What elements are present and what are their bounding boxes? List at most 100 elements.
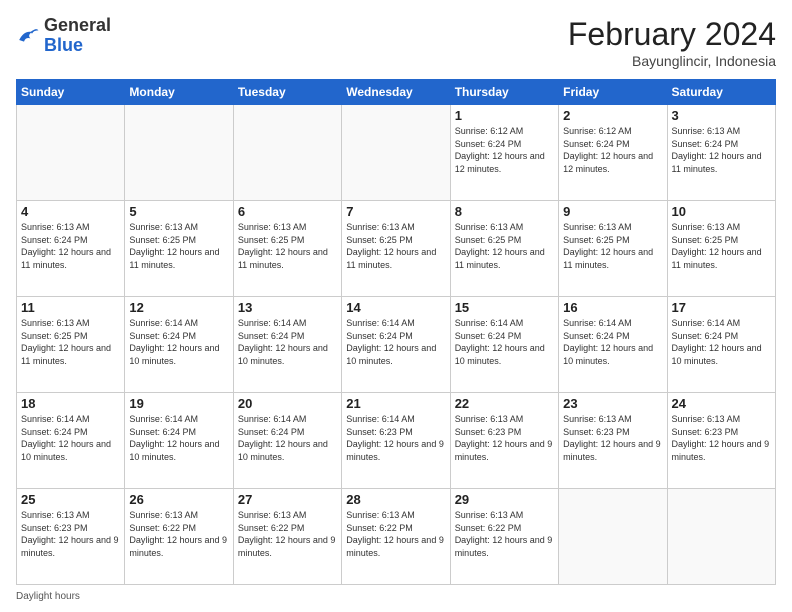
day-number: 11 bbox=[21, 300, 120, 315]
day-info: Sunrise: 6:12 AM Sunset: 6:24 PM Dayligh… bbox=[455, 125, 554, 175]
calendar-cell: 3Sunrise: 6:13 AM Sunset: 6:24 PM Daylig… bbox=[667, 105, 775, 201]
day-info: Sunrise: 6:13 AM Sunset: 6:23 PM Dayligh… bbox=[563, 413, 662, 463]
calendar-cell: 12 Sunrise: 6:14 AM Sunset: 6:24 PM Dayli… bbox=[125, 297, 233, 393]
day-info: Sunrise: 6:14 AM Sunset: 6:24 PM Dayligh… bbox=[346, 317, 445, 367]
day-number: 22 bbox=[455, 396, 554, 411]
calendar-cell: 22 Sunrise: 6:13 AM Sunset: 6:23 PM Dayli… bbox=[450, 393, 558, 489]
day-number: 18 bbox=[21, 396, 120, 411]
day-number: 27 bbox=[238, 492, 337, 507]
calendar-cell: 20 Sunrise: 6:14 AM Sunset: 6:24 PM Dayli… bbox=[233, 393, 341, 489]
calendar-cell: 14 Sunrise: 6:14 AM Sunset: 6:24 PM Dayli… bbox=[342, 297, 450, 393]
calendar-cell: 19 Sunrise: 6:14 AM Sunset: 6:24 PM Dayli… bbox=[125, 393, 233, 489]
calendar-cell bbox=[125, 105, 233, 201]
calendar-cell: 7Sunrise: 6:13 AM Sunset: 6:25 PM Daylig… bbox=[342, 201, 450, 297]
logo-general: General bbox=[44, 15, 111, 35]
day-info: Sunrise: 6:13 AM Sunset: 6:22 PM Dayligh… bbox=[346, 509, 445, 559]
day-info: Sunrise: 6:13 AM Sunset: 6:22 PM Dayligh… bbox=[238, 509, 337, 559]
day-info: Sunrise: 6:14 AM Sunset: 6:24 PM Dayligh… bbox=[129, 413, 228, 463]
calendar-cell: 10 Sunrise: 6:13 AM Sunset: 6:25 PM Dayli… bbox=[667, 201, 775, 297]
calendar-header-sunday: Sunday bbox=[17, 80, 125, 105]
calendar-cell: 4Sunrise: 6:13 AM Sunset: 6:24 PM Daylig… bbox=[17, 201, 125, 297]
day-info: Sunrise: 6:13 AM Sunset: 6:25 PM Dayligh… bbox=[455, 221, 554, 271]
calendar-week-0: 1Sunrise: 6:12 AM Sunset: 6:24 PM Daylig… bbox=[17, 105, 776, 201]
day-number: 23 bbox=[563, 396, 662, 411]
calendar-header-row: SundayMondayTuesdayWednesdayThursdayFrid… bbox=[17, 80, 776, 105]
logo-bird-icon bbox=[16, 24, 40, 48]
calendar-cell: 16 Sunrise: 6:14 AM Sunset: 6:24 PM Dayli… bbox=[559, 297, 667, 393]
logo: General Blue bbox=[16, 16, 111, 56]
calendar-header-thursday: Thursday bbox=[450, 80, 558, 105]
calendar-cell: 2Sunrise: 6:12 AM Sunset: 6:24 PM Daylig… bbox=[559, 105, 667, 201]
day-info: Sunrise: 6:13 AM Sunset: 6:23 PM Dayligh… bbox=[21, 509, 120, 559]
day-number: 12 bbox=[129, 300, 228, 315]
day-number: 25 bbox=[21, 492, 120, 507]
calendar-week-1: 4Sunrise: 6:13 AM Sunset: 6:24 PM Daylig… bbox=[17, 201, 776, 297]
day-info: Sunrise: 6:14 AM Sunset: 6:24 PM Dayligh… bbox=[455, 317, 554, 367]
day-info: Sunrise: 6:14 AM Sunset: 6:24 PM Dayligh… bbox=[129, 317, 228, 367]
calendar-week-4: 25 Sunrise: 6:13 AM Sunset: 6:23 PM Dayli… bbox=[17, 489, 776, 585]
calendar-cell: 8 Sunrise: 6:13 AM Sunset: 6:25 PM Daylig… bbox=[450, 201, 558, 297]
calendar-week-3: 18 Sunrise: 6:14 AM Sunset: 6:24 PM Dayli… bbox=[17, 393, 776, 489]
calendar-cell: 6 Sunrise: 6:13 AM Sunset: 6:25 PM Daylig… bbox=[233, 201, 341, 297]
calendar-cell: 29Sunrise: 6:13 AM Sunset: 6:22 PM Dayli… bbox=[450, 489, 558, 585]
day-info: Sunrise: 6:13 AM Sunset: 6:25 PM Dayligh… bbox=[238, 221, 337, 271]
day-info: Sunrise: 6:13 AM Sunset: 6:25 PM Dayligh… bbox=[672, 221, 771, 271]
day-info: Sunrise: 6:13 AM Sunset: 6:25 PM Dayligh… bbox=[346, 221, 445, 271]
day-info: Sunrise: 6:13 AM Sunset: 6:23 PM Dayligh… bbox=[455, 413, 554, 463]
calendar-cell: 24 Sunrise: 6:13 AM Sunset: 6:23 PM Dayli… bbox=[667, 393, 775, 489]
day-number: 20 bbox=[238, 396, 337, 411]
calendar-cell: 11 Sunrise: 6:13 AM Sunset: 6:25 PM Dayli… bbox=[17, 297, 125, 393]
day-number: 10 bbox=[672, 204, 771, 219]
calendar-cell: 25 Sunrise: 6:13 AM Sunset: 6:23 PM Dayli… bbox=[17, 489, 125, 585]
calendar-cell: 18 Sunrise: 6:14 AM Sunset: 6:24 PM Dayli… bbox=[17, 393, 125, 489]
day-info: Sunrise: 6:14 AM Sunset: 6:24 PM Dayligh… bbox=[672, 317, 771, 367]
day-number: 14 bbox=[346, 300, 445, 315]
calendar-cell: 9Sunrise: 6:13 AM Sunset: 6:25 PM Daylig… bbox=[559, 201, 667, 297]
calendar-header-monday: Monday bbox=[125, 80, 233, 105]
calendar-cell: 13Sunrise: 6:14 AM Sunset: 6:24 PM Dayli… bbox=[233, 297, 341, 393]
day-number: 24 bbox=[672, 396, 771, 411]
logo-blue: Blue bbox=[44, 35, 83, 55]
calendar-cell bbox=[17, 105, 125, 201]
calendar-cell: 26 Sunrise: 6:13 AM Sunset: 6:22 PM Dayli… bbox=[125, 489, 233, 585]
footer: Daylight hours bbox=[16, 591, 776, 602]
calendar-week-2: 11 Sunrise: 6:13 AM Sunset: 6:25 PM Dayli… bbox=[17, 297, 776, 393]
day-info: Sunrise: 6:12 AM Sunset: 6:24 PM Dayligh… bbox=[563, 125, 662, 175]
calendar-cell: 15 Sunrise: 6:14 AM Sunset: 6:24 PM Dayli… bbox=[450, 297, 558, 393]
calendar-cell bbox=[667, 489, 775, 585]
calendar-cell: 27 Sunrise: 6:13 AM Sunset: 6:22 PM Dayli… bbox=[233, 489, 341, 585]
header: General Blue February 2024 Bayunglincir,… bbox=[16, 16, 776, 69]
calendar-cell: 28Sunrise: 6:13 AM Sunset: 6:22 PM Dayli… bbox=[342, 489, 450, 585]
calendar-cell: 5Sunrise: 6:13 AM Sunset: 6:25 PM Daylig… bbox=[125, 201, 233, 297]
calendar-cell: 23 Sunrise: 6:13 AM Sunset: 6:23 PM Dayli… bbox=[559, 393, 667, 489]
day-number: 16 bbox=[563, 300, 662, 315]
day-info: Sunrise: 6:13 AM Sunset: 6:25 PM Dayligh… bbox=[129, 221, 228, 271]
calendar-cell bbox=[342, 105, 450, 201]
calendar-cell bbox=[559, 489, 667, 585]
day-number: 21 bbox=[346, 396, 445, 411]
day-info: Sunrise: 6:13 AM Sunset: 6:22 PM Dayligh… bbox=[129, 509, 228, 559]
location: Bayunglincir, Indonesia bbox=[568, 53, 776, 69]
logo-text: General Blue bbox=[44, 16, 111, 56]
day-info: Sunrise: 6:14 AM Sunset: 6:24 PM Dayligh… bbox=[563, 317, 662, 367]
calendar-cell: 1Sunrise: 6:12 AM Sunset: 6:24 PM Daylig… bbox=[450, 105, 558, 201]
month-year: February 2024 bbox=[568, 16, 776, 53]
day-number: 15 bbox=[455, 300, 554, 315]
day-info: Sunrise: 6:13 AM Sunset: 6:24 PM Dayligh… bbox=[672, 125, 771, 175]
calendar-header-tuesday: Tuesday bbox=[233, 80, 341, 105]
day-number: 19 bbox=[129, 396, 228, 411]
day-info: Sunrise: 6:13 AM Sunset: 6:25 PM Dayligh… bbox=[563, 221, 662, 271]
day-info: Sunrise: 6:14 AM Sunset: 6:24 PM Dayligh… bbox=[238, 413, 337, 463]
day-info: Sunrise: 6:13 AM Sunset: 6:23 PM Dayligh… bbox=[672, 413, 771, 463]
day-info: Sunrise: 6:13 AM Sunset: 6:25 PM Dayligh… bbox=[21, 317, 120, 367]
daylight-label: Daylight hours bbox=[16, 591, 80, 602]
day-info: Sunrise: 6:14 AM Sunset: 6:23 PM Dayligh… bbox=[346, 413, 445, 463]
day-number: 17 bbox=[672, 300, 771, 315]
day-number: 8 bbox=[455, 204, 554, 219]
calendar-cell bbox=[233, 105, 341, 201]
page: General Blue February 2024 Bayunglincir,… bbox=[0, 0, 792, 612]
day-number: 26 bbox=[129, 492, 228, 507]
day-number: 6 bbox=[238, 204, 337, 219]
calendar-header-wednesday: Wednesday bbox=[342, 80, 450, 105]
day-info: Sunrise: 6:14 AM Sunset: 6:24 PM Dayligh… bbox=[21, 413, 120, 463]
